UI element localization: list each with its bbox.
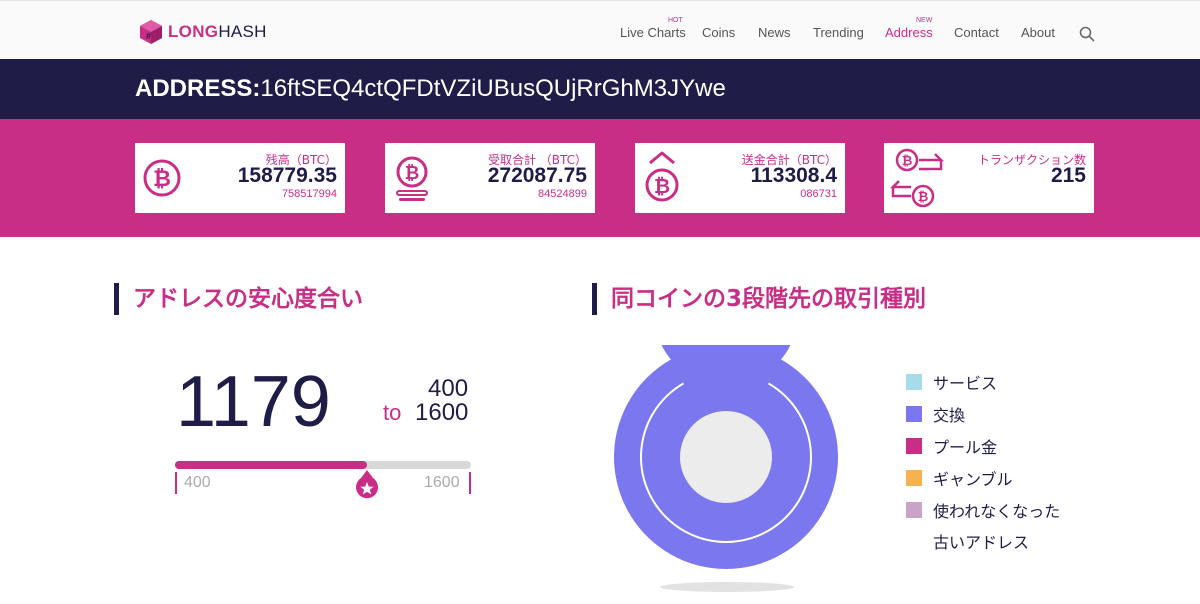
address-value: 16ftSEQ4ctQFDtVZiUBusQUjRrGhM3JYwe <box>260 75 726 102</box>
transaction-type-donut-chart <box>614 345 838 569</box>
hot-badge: HOT <box>668 17 683 24</box>
legend-swatch <box>906 374 922 390</box>
cube-logo-icon: # <box>140 20 162 44</box>
legend-item-old-address[interactable]: 使われなくなった <box>906 494 1060 526</box>
legend-label: プール金 <box>933 438 998 457</box>
legend-label: 交換 <box>933 406 966 425</box>
svg-text:₿: ₿ <box>405 163 420 184</box>
legend-swatch <box>906 406 922 422</box>
address-prefix: ADDRESS: <box>135 75 261 102</box>
stat-card-sent: ₿ 送金合計（BTC） 113308.4 086731 <box>635 143 845 213</box>
star-marker-icon <box>356 470 379 499</box>
axis-min-label: 400 <box>184 474 211 491</box>
safety-section-title: アドレスの安心度合い <box>114 283 363 315</box>
safety-bar-fill <box>175 461 368 469</box>
legend-label: 使われなくなった <box>933 502 1061 521</box>
axis-max-label: 1600 <box>424 474 460 491</box>
stat-value: 272087.75 <box>487 164 587 187</box>
stat-value: 158779.35 <box>237 164 337 187</box>
legend-swatch <box>906 438 922 454</box>
stat-card-transactions: ₿ ₿ トランザクション数 215 <box>884 143 1094 213</box>
nav-news[interactable]: News <box>758 25 791 40</box>
nav-live-charts[interactable]: Live Charts <box>620 25 686 40</box>
bitcoin-send-icon: ₿ <box>645 151 679 202</box>
svg-text:₿: ₿ <box>654 174 670 198</box>
safety-score: 1179 <box>176 362 331 442</box>
safety-bar <box>175 461 471 469</box>
legend-swatch <box>906 470 922 486</box>
stat-card-received: ₿ 受取合計 （BTC） 272087.75 84524899 <box>385 143 595 213</box>
stat-card-balance: ₿ 残高（BTC） 158779.35 758517994 <box>135 143 345 213</box>
donut-center <box>680 411 772 503</box>
legend-item-gambling[interactable]: ギャンブル <box>906 462 1060 494</box>
legend-label: ギャンブル <box>933 470 1013 489</box>
address-header: ADDRESS:16ftSEQ4ctQFDtVZiUBusQUjRrGhM3JY… <box>0 59 1200 119</box>
axis-tick-min <box>175 472 177 494</box>
longhash-logo[interactable]: # LONGHASH <box>138 18 267 46</box>
stat-sub: 758517994 <box>281 188 337 200</box>
chart-shadow <box>660 582 794 592</box>
svg-text:₿: ₿ <box>153 167 171 192</box>
nav-coins[interactable]: Coins <box>702 25 735 40</box>
stat-value: 215 <box>1050 164 1086 187</box>
legend-item-pool[interactable]: プール金 <box>906 430 1060 462</box>
nav-address[interactable]: Address <box>885 25 933 40</box>
new-badge: NEW <box>916 17 933 24</box>
logo-long-text: LONG <box>168 22 219 41</box>
legend-label: サービス <box>933 374 998 393</box>
top-navigation: # LONGHASH HOT Live Charts Coins News Tr… <box>0 0 1200 59</box>
bitcoin-icon: ₿ <box>143 159 181 197</box>
chart-legend: サービス 交換 プール金 ギャンブル 使われなくなった 古いアドレス <box>906 366 1060 556</box>
stat-sub: 84524899 <box>538 188 587 200</box>
stat-value: 113308.4 <box>750 164 837 187</box>
chart-section-title: 同コインの3段階先の取引種別 <box>592 283 926 315</box>
nav-about[interactable]: About <box>1021 25 1055 40</box>
range-to: to <box>383 400 402 425</box>
nav-trending[interactable]: Trending <box>813 25 864 40</box>
legend-item-service[interactable]: サービス <box>906 366 1060 398</box>
transaction-exchange-icon: ₿ ₿ <box>889 148 945 208</box>
axis-tick-max <box>469 472 471 494</box>
svg-text:₿: ₿ <box>902 154 913 169</box>
svg-text:₿: ₿ <box>918 190 929 205</box>
nav-contact[interactable]: Contact <box>954 25 999 40</box>
svg-text:#: # <box>146 31 151 41</box>
search-icon[interactable] <box>1079 26 1095 42</box>
legend-item-exchange[interactable]: 交換 <box>906 398 1060 430</box>
stats-strip: ₿ 残高（BTC） 158779.35 758517994 ₿ 受取合計 （BT… <box>0 119 1200 237</box>
stat-sub: 086731 <box>800 188 837 200</box>
legend-label-continued: 古いアドレス <box>933 533 1030 552</box>
bitcoin-receive-icon: ₿ <box>396 156 428 201</box>
range-low: 1600 <box>415 399 469 426</box>
legend-swatch <box>906 502 922 518</box>
logo-hash-text: HASH <box>218 22 267 41</box>
address-title: ADDRESS:16ftSEQ4ctQFDtVZiUBusQUjRrGhM3JY… <box>135 74 726 104</box>
